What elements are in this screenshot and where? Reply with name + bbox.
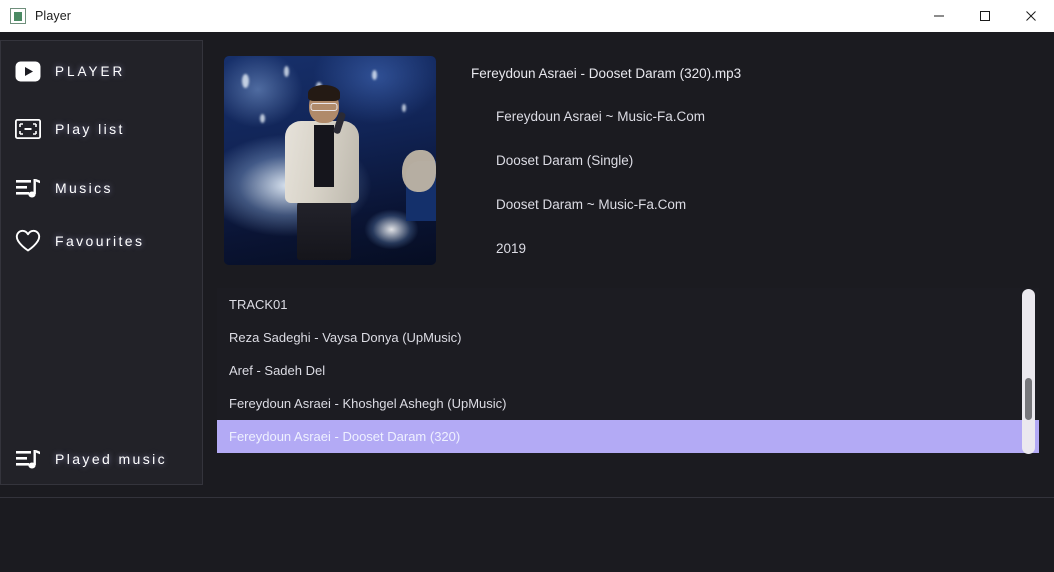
list-item[interactable]: Reza Sadeghi - Vaysa Donya (UpMusic) — [217, 321, 1039, 354]
album-art-figure-hair — [307, 85, 340, 102]
window-title: Player — [35, 9, 72, 23]
playlist-screen-icon — [13, 119, 43, 139]
list-item-selected[interactable]: Fereydoun Asraei - Dooset Daram (320) — [217, 420, 1039, 453]
metadata-title: Dooset Daram ~ Music-Fa.Com — [496, 197, 687, 212]
list-item[interactable]: Aref - Sadeh Del — [217, 354, 1039, 387]
scrollbar-thumb[interactable] — [1025, 377, 1032, 420]
sidebar-item-player[interactable]: PLAYER — [1, 50, 202, 92]
sidebar-item-playlist[interactable]: Play list — [1, 108, 202, 150]
sidebar-item-label: Played music — [55, 451, 168, 467]
sidebar-item-label: Musics — [55, 180, 113, 196]
metadata-filename: Fereydoun Asraei - Dooset Daram (320).mp… — [471, 66, 742, 81]
sidebar-item-musics[interactable]: Musics — [1, 167, 202, 209]
sidebar-item-played-music[interactable]: Played music — [1, 438, 202, 480]
minimize-icon[interactable] — [916, 0, 962, 32]
album-art-figure-glasses — [310, 103, 338, 112]
album-art-spark — [260, 114, 265, 123]
sidebar-item-label: Play list — [55, 121, 125, 137]
sidebar: PLAYER Play list Musics Favourites Playe… — [0, 40, 203, 485]
play-circle-icon — [13, 61, 43, 82]
list-item[interactable]: TRACK01 — [217, 288, 1039, 321]
sidebar-item-label: Favourites — [55, 233, 145, 249]
metadata-artist: Fereydoun Asraei ~ Music-Fa.Com — [496, 109, 705, 124]
track-list-scrollbar[interactable] — [1022, 289, 1035, 454]
music-list-icon — [13, 449, 43, 470]
title-bar: Player — [0, 0, 1054, 32]
album-art-figure-legs — [296, 198, 351, 261]
heart-outline-icon — [13, 229, 43, 253]
album-art-spark — [242, 74, 249, 88]
album-art-spark — [372, 70, 377, 80]
close-icon[interactable] — [1008, 0, 1054, 32]
album-art-spark — [284, 66, 289, 77]
album-art-guitar — [402, 150, 436, 193]
metadata-year: 2019 — [496, 241, 527, 256]
player-controls: Pre Pause Next 00:02:48 00:06:18 — [0, 498, 1054, 572]
list-item[interactable]: Fereydoun Asraei - Khoshgel Ashegh (UpMu… — [217, 387, 1039, 420]
metadata-album: Dooset Daram (Single) — [496, 153, 634, 168]
app-icon — [10, 8, 26, 24]
music-list-icon — [13, 178, 43, 199]
track-list[interactable]: TRACK01 Reza Sadeghi - Vaysa Donya (UpMu… — [217, 288, 1039, 454]
album-art-figure-shirt — [313, 124, 334, 187]
maximize-icon[interactable] — [962, 0, 1008, 32]
sidebar-item-label: PLAYER — [55, 63, 126, 79]
player-window: Player PLAYER Play list Musics Favourite… — [0, 0, 1054, 572]
album-art — [224, 56, 436, 265]
track-metadata: Fereydoun Asraei - Dooset Daram (320).mp… — [471, 66, 1011, 256]
sidebar-item-favourites[interactable]: Favourites — [1, 220, 202, 262]
album-art-spark — [402, 104, 406, 112]
